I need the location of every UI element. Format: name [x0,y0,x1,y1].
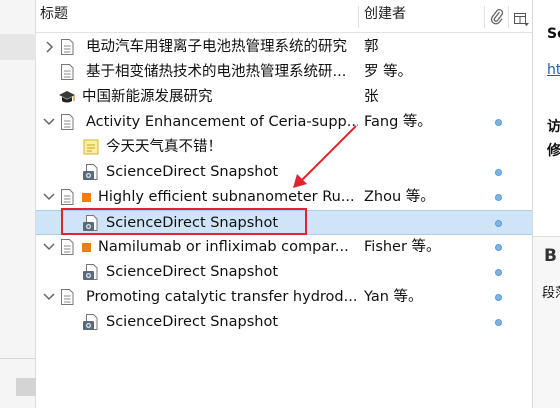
item-pane-label-access: 访 [547,119,560,135]
note-editor-border [533,236,560,237]
paragraph-format-dropdown[interactable]: 段落 [542,282,560,301]
item-pane: Sc ht 访 修 B 段落 [533,0,560,408]
bold-button[interactable]: B [544,246,557,266]
note-editor: B 段落 [533,236,560,408]
annotation-arrow [293,125,357,188]
item-pane-label-modified: 修 [547,143,560,159]
item-pane-link[interactable]: ht [547,62,560,78]
item-pane-title: Sc [547,26,560,42]
